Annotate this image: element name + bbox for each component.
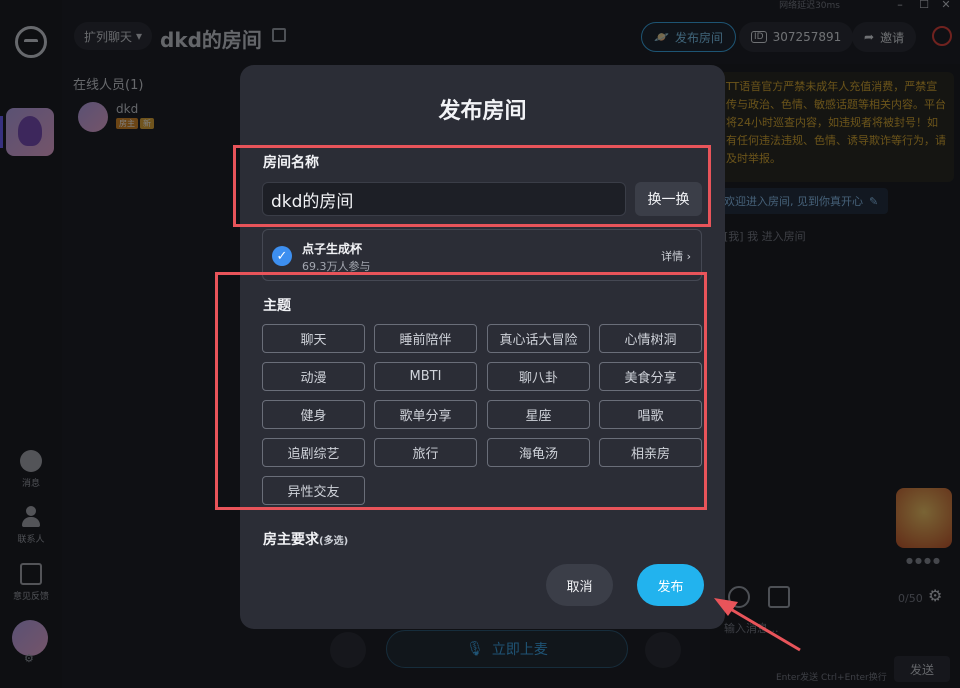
annotation-arrow-icon — [714, 598, 801, 652]
annotation-box-room-name — [233, 145, 711, 227]
annotation-box-topics — [215, 272, 707, 510]
event-detail-link[interactable]: 详情 › — [661, 248, 691, 264]
cancel-button[interactable]: 取消 — [546, 564, 613, 606]
publish-button[interactable]: 发布 — [637, 564, 704, 606]
multi-select-hint: (多选) — [319, 536, 349, 547]
dialog-title: 发布房间 — [438, 99, 527, 124]
event-name: 点子生成杯 — [302, 242, 363, 256]
host-requirements-label: 房主要求(多选) — [263, 529, 348, 549]
check-icon[interactable]: ✓ — [272, 246, 292, 266]
host-label-text: 房主要求 — [263, 532, 319, 548]
